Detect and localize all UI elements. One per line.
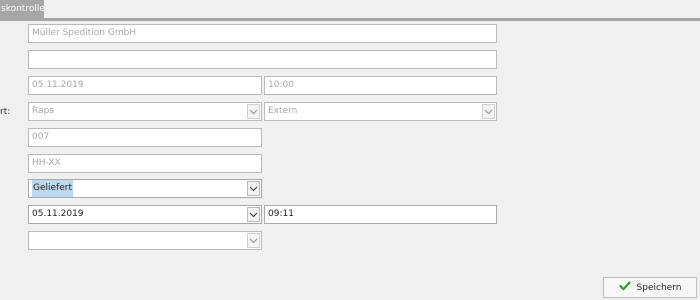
company-value: Müller Spedition GmbH [32,28,137,38]
chevron-down-icon[interactable] [247,207,260,222]
save-button[interactable]: Speichern [603,277,697,298]
time2-value: 09:11 [268,209,294,219]
product-value: Raps [32,106,54,116]
status-select[interactable]: Geliefert [28,179,262,198]
number-value: 007 [32,132,50,142]
tab-strip: skontrolle [0,0,700,21]
plate-value: HH-XX [32,158,61,168]
chevron-down-icon[interactable] [482,104,495,119]
chevron-down-icon[interactable] [247,181,260,196]
time1-value: 10:00 [268,80,294,90]
date1-value: 05.11.2019 [32,80,84,90]
save-button-label: Speichern [636,282,682,293]
date-picker-2[interactable]: 05.11.2019 [28,205,262,224]
number-field[interactable]: 007 [28,128,262,147]
chevron-down-icon[interactable] [247,104,260,119]
date2-value: 05.11.2019 [32,209,84,219]
empty-text-field[interactable] [28,50,497,69]
field-label: rt: [0,107,11,117]
date-field-1[interactable]: 05.11.2019 [28,76,262,95]
time-field-2[interactable]: 09:11 [264,205,497,224]
tab-kontrolle[interactable]: skontrolle [0,0,44,18]
status-value: Geliefert [32,180,73,197]
chevron-down-icon[interactable] [247,233,260,248]
company-field[interactable]: Müller Spedition GmbH [28,24,497,43]
empty-select[interactable] [28,231,262,250]
time-field-1[interactable]: 10:00 [264,76,497,95]
source-value: Extern [268,106,298,116]
checkmark-icon [618,281,631,294]
plate-field[interactable]: HH-XX [28,154,262,173]
source-select[interactable]: Extern [264,102,497,121]
product-select[interactable]: Raps [28,102,262,121]
